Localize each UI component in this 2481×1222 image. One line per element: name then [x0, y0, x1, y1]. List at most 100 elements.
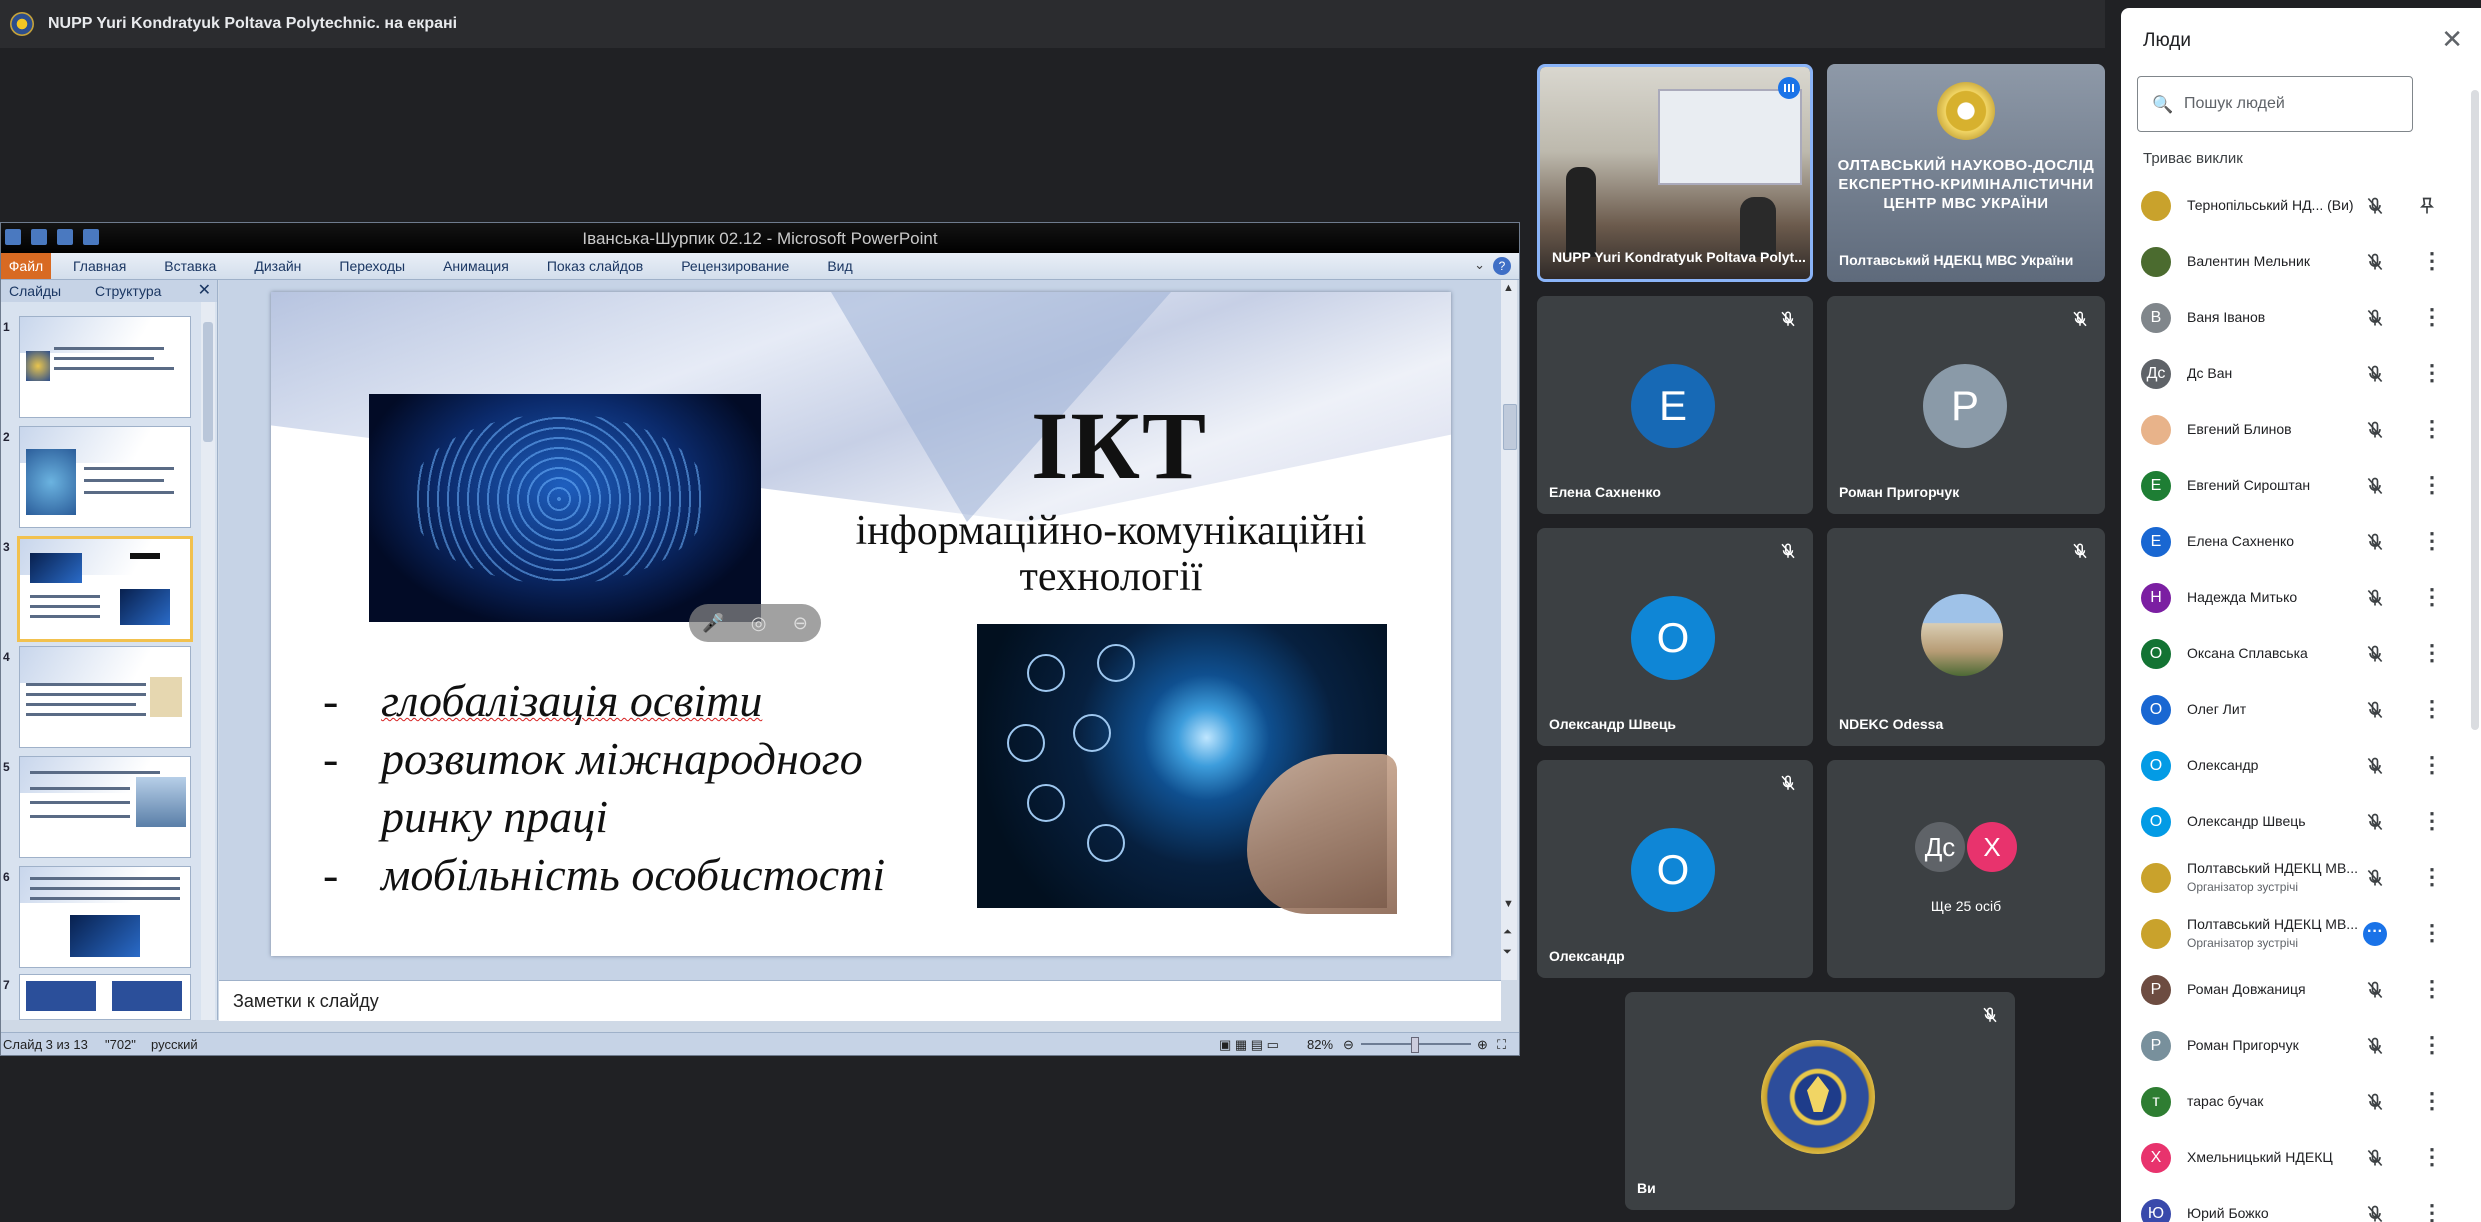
- slide-thumbnail-4[interactable]: [19, 646, 191, 748]
- participant-row[interactable]: X Хмельницький НДЕКЦ ⋮: [2121, 1130, 2451, 1186]
- more-options-icon[interactable]: ⋮: [2421, 1034, 2443, 1056]
- mic-off-icon[interactable]: [2365, 700, 2385, 720]
- participant-row[interactable]: Дс Дс Ван ⋮: [2121, 346, 2451, 402]
- tab-design[interactable]: Дизайн: [254, 253, 301, 279]
- mic-off-icon[interactable]: [2365, 588, 2385, 608]
- panel-scrollbar[interactable]: [2471, 90, 2479, 730]
- video-tile-roman[interactable]: P Роман Пригорчук: [1827, 296, 2105, 514]
- mic-off-icon[interactable]: [2365, 812, 2385, 832]
- more-options-icon[interactable]: ⋮: [2421, 1202, 2443, 1222]
- participant-row[interactable]: P Роман Пригорчук ⋮: [2121, 1018, 2451, 1074]
- participant-row[interactable]: E Евгений Сироштан ⋮: [2121, 458, 2451, 514]
- more-options-icon[interactable]: ⋮: [2421, 922, 2443, 944]
- mic-off-icon[interactable]: [2365, 1036, 2385, 1056]
- notes-pane[interactable]: Заметки к слайду: [219, 980, 1501, 1021]
- participant-row[interactable]: O Олег Лит ⋮: [2121, 682, 2451, 738]
- tab-home[interactable]: Главная: [73, 253, 126, 279]
- prev-slide-icon[interactable]: ⏶: [1503, 926, 1512, 939]
- scroll-thumb[interactable]: [1503, 404, 1517, 450]
- participant-row[interactable]: Ю Юрий Божко ⋮: [2121, 1186, 2451, 1222]
- people-search[interactable]: 🔍: [2137, 76, 2413, 132]
- slide-thumbnail-1[interactable]: [19, 316, 191, 418]
- video-tile-shvets[interactable]: O Олександр Швець: [1537, 528, 1813, 746]
- more-options-icon[interactable]: ⋮: [2421, 418, 2443, 440]
- slide-thumbnail-2[interactable]: [19, 426, 191, 528]
- mic-off-icon[interactable]: [2365, 364, 2385, 384]
- participant-row[interactable]: т тарас бучак ⋮: [2121, 1074, 2451, 1130]
- slide-thumbnail-6[interactable]: [19, 866, 191, 968]
- mic-off-icon[interactable]: [2365, 756, 2385, 776]
- video-tile-odessa[interactable]: NDEKC Odessa: [1827, 528, 2105, 746]
- mic-off-icon[interactable]: [2365, 308, 2385, 328]
- video-tile-oleksandr[interactable]: O Олександр: [1537, 760, 1813, 978]
- ribbon-collapse-icon[interactable]: ⌄: [1474, 257, 1485, 273]
- tab-animation[interactable]: Анимация: [443, 253, 509, 279]
- video-off-icon[interactable]: ◎: [751, 613, 767, 634]
- slide-thumbnail-7[interactable]: [19, 974, 191, 1020]
- zoom-in-icon[interactable]: ⊕: [1477, 1037, 1488, 1053]
- tab-slides[interactable]: Слайды: [9, 280, 61, 302]
- zoom-level[interactable]: 82%: [1307, 1037, 1333, 1052]
- scroll-up-icon[interactable]: ▲: [1503, 282, 1514, 294]
- fit-window-icon[interactable]: ⛶: [1497, 1037, 1506, 1053]
- more-options-icon[interactable]: ⋮: [2421, 754, 2443, 776]
- remove-icon[interactable]: ⊖: [793, 613, 808, 634]
- more-options-icon[interactable]: ⋮: [2421, 474, 2443, 496]
- participant-row[interactable]: Полтавський НДЕКЦ МВ... Організатор зустр…: [2121, 906, 2451, 962]
- tab-slideshow[interactable]: Показ слайдов: [547, 253, 643, 279]
- slide-thumbnail-3-selected[interactable]: [17, 536, 193, 642]
- participant-row[interactable]: Полтавський НДЕКЦ МВ... Організатор зустр…: [2121, 850, 2451, 906]
- tab-transitions[interactable]: Переходы: [339, 253, 405, 279]
- mic-off-icon[interactable]: [2365, 1148, 2385, 1168]
- tab-insert[interactable]: Вставка: [164, 253, 216, 279]
- close-pane-icon[interactable]: ✕: [198, 280, 211, 302]
- participant-row[interactable]: В Ваня Іванов ⋮: [2121, 290, 2451, 346]
- mic-off-icon[interactable]: [2365, 252, 2385, 272]
- thumbnail-scrollbar[interactable]: [201, 302, 215, 1020]
- tab-outline[interactable]: Структура: [95, 280, 161, 302]
- participant-row[interactable]: O Олександр Швець ⋮: [2121, 794, 2451, 850]
- mic-off-icon[interactable]: 🎤: [702, 613, 724, 634]
- mic-off-icon[interactable]: [2365, 644, 2385, 664]
- zoom-slider[interactable]: [1361, 1037, 1471, 1053]
- more-options-icon[interactable]: ⋮: [2421, 978, 2443, 1000]
- file-tab[interactable]: Файл: [1, 253, 51, 279]
- video-tile-presenter[interactable]: NUPP Yuri Kondratyuk Poltava Polyt...: [1537, 64, 1813, 282]
- view-buttons[interactable]: ▣ ▦ ▤ ▭: [1219, 1037, 1279, 1053]
- more-participants-tile[interactable]: Дс X Ще 25 осіб: [1827, 760, 2105, 978]
- mic-off-icon[interactable]: [2365, 868, 2385, 888]
- more-options-icon[interactable]: ⋮: [2421, 642, 2443, 664]
- video-tile-poltava[interactable]: ОЛТАВСЬКИЙ НАУКОВО-ДОСЛІД ЕКСПЕРТНО-КРИМ…: [1827, 64, 2105, 282]
- close-icon[interactable]: ✕: [2441, 24, 2463, 55]
- slide-scrollbar[interactable]: ▲ ▼ ⏶ ⏷: [1501, 280, 1517, 980]
- more-options-icon[interactable]: ⋮: [2421, 698, 2443, 720]
- pin-icon[interactable]: [2417, 196, 2437, 216]
- participant-row[interactable]: Валентин Мельник ⋮: [2121, 234, 2451, 290]
- more-options-icon[interactable]: ⋮: [2421, 1090, 2443, 1112]
- mic-off-icon[interactable]: [2365, 1204, 2385, 1222]
- slide-thumbnail-5[interactable]: [19, 756, 191, 858]
- scroll-down-icon[interactable]: ▼: [1503, 898, 1514, 910]
- participant-row[interactable]: O Олександр ⋮: [2121, 738, 2451, 794]
- mic-off-icon[interactable]: [2365, 476, 2385, 496]
- more-options-icon[interactable]: ⋮: [2421, 586, 2443, 608]
- more-options-icon[interactable]: ⋮: [2421, 866, 2443, 888]
- mic-off-icon[interactable]: [2365, 980, 2385, 1000]
- participant-row[interactable]: E Елена Сахненко ⋮: [2121, 514, 2451, 570]
- next-slide-icon[interactable]: ⏷: [1503, 946, 1512, 959]
- mic-off-icon[interactable]: [2365, 420, 2385, 440]
- more-options-icon[interactable]: ⋮: [2421, 530, 2443, 552]
- zoom-out-icon[interactable]: ⊖: [1343, 1037, 1354, 1053]
- participant-row[interactable]: P Роман Довжаниця ⋮: [2121, 962, 2451, 1018]
- more-options-icon[interactable]: ⋮: [2421, 362, 2443, 384]
- participant-row[interactable]: Евгений Блинов ⋮: [2121, 402, 2451, 458]
- participant-row[interactable]: O Оксана Сплавська ⋮: [2121, 626, 2451, 682]
- help-icon[interactable]: ?: [1493, 257, 1511, 275]
- search-input[interactable]: [2182, 91, 2406, 117]
- more-options-icon[interactable]: ⋮: [2421, 810, 2443, 832]
- participant-row[interactable]: Н Надежда Митько ⋮: [2121, 570, 2451, 626]
- video-tile-self[interactable]: Ви: [1625, 992, 2015, 1210]
- mic-off-icon[interactable]: [2365, 1092, 2385, 1112]
- video-tile-elena[interactable]: E Елена Сахненко: [1537, 296, 1813, 514]
- more-options-icon[interactable]: ⋮: [2421, 1146, 2443, 1168]
